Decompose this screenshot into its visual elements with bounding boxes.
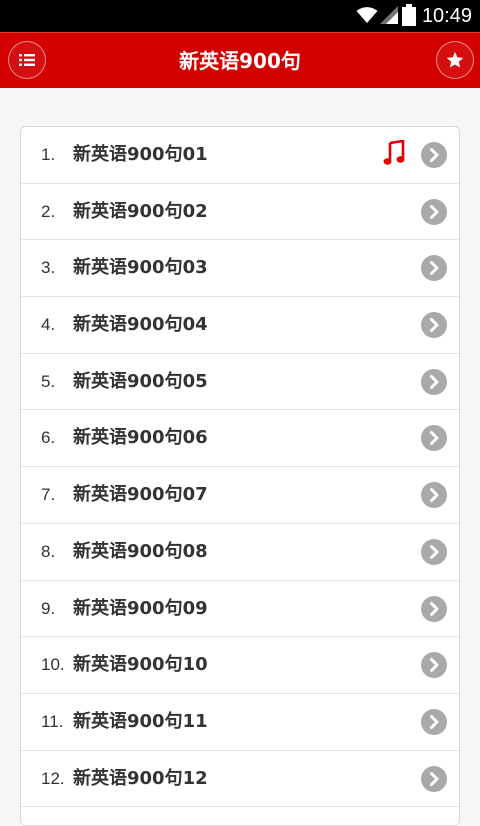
wifi-icon [356,6,378,28]
list-item[interactable]: 1. 新英语900句01 [21,127,459,184]
list-item-label: 新英语900句06 [73,427,208,449]
list-item[interactable]: 5. 新英语900句05 [21,354,459,411]
list-item-label: 新英语900句12 [73,767,208,789]
chevron-right-circle-icon[interactable] [421,708,447,735]
list-item[interactable]: 10. 新英语900句10 [21,637,459,694]
list-item[interactable]: 11. 新英语900句11 [21,694,459,751]
list-item-label: 新英语900句04 [73,314,208,336]
chevron-right-circle-icon[interactable] [421,765,447,792]
list-item-number: 1. [41,145,56,164]
list-item-number: 9. [41,598,56,618]
list-item-number: 11. [41,711,64,731]
list-item-label: 新英语900句10 [73,654,208,676]
chevron-right-circle-icon[interactable] [421,368,447,395]
chevron-right-circle-icon[interactable] [421,312,447,339]
list-item-number: 10. [41,655,65,675]
list-item-label: 新英语900句03 [73,257,208,279]
music-note-icon [383,139,405,166]
list-item-label: 新英语900句02 [73,200,208,222]
list-item-number: 8. [41,541,56,561]
list-item[interactable]: 2. 新英语900句02 [21,184,459,241]
status-time: 10:49 [421,5,472,27]
page-title: 新英语900句 [179,49,301,73]
list-item-number: 3. [41,258,56,278]
list-item-label: 新英语900句07 [73,484,208,506]
chevron-right-circle-icon[interactable] [421,595,447,622]
chevron-right-circle-icon[interactable] [421,198,447,225]
status-bar: 10:49 [0,0,480,32]
list-item-label: 新英语900句05 [73,370,208,392]
list-item[interactable]: 9. 新英语900句09 [21,581,459,638]
list-item-label: 新英语900句08 [73,540,208,562]
list-item[interactable]: 7. 新英语900句07 [21,467,459,524]
chevron-right-circle-icon[interactable] [421,142,447,168]
list-item-number: 2. [41,201,56,221]
chevron-right-circle-icon[interactable] [421,255,447,282]
app-bar: 新英语900句 [0,32,480,88]
chevron-right-circle-icon[interactable] [421,538,447,565]
battery-icon [402,4,416,30]
list-item[interactable]: 8. 新英语900句08 [21,524,459,581]
list-item-number: 12. [41,768,65,788]
list-item[interactable]: 4. 新英语900句04 [21,297,459,354]
list-item-number: 5. [41,371,56,391]
list-item-number: 6. [41,428,56,448]
star-icon [446,51,464,68]
list-item-number: 4. [41,315,56,335]
chevron-right-circle-icon[interactable] [421,652,447,679]
list-item[interactable]: 3. 新英语900句03 [21,240,459,298]
chevron-right-circle-icon[interactable] [421,482,447,509]
list-item-label: 新英语900句11 [73,710,208,732]
lesson-list: 1. 新英语900句01 2. 新英语900句02 3. 新英语900句03 4. 新英语90… [20,126,460,826]
list-item[interactable]: 12. 新英语900句12 [21,751,459,808]
chevron-right-circle-icon[interactable] [421,425,447,452]
list-item-label: 新英语900句09 [73,597,208,619]
favorites-button[interactable] [436,41,474,79]
list-item-label: 新英语900句01 [73,144,208,165]
list-item[interactable]: 6. 新英语900句06 [21,410,459,468]
list-item-number: 7. [41,485,56,505]
signal-icon [380,6,398,28]
